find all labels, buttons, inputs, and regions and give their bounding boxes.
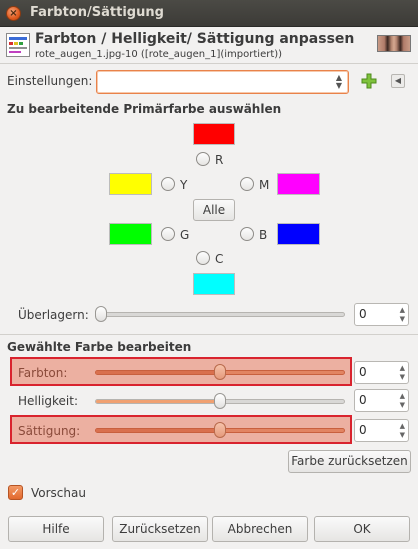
- radio-cyan[interactable]: [196, 251, 210, 265]
- dialog-title: Farbton / Helligkeit/ Sättigung anpassen: [35, 31, 355, 47]
- overlap-spinbox[interactable]: 0 ▲ ▼: [354, 303, 409, 326]
- reset-button[interactable]: Zurücksetzen: [112, 516, 208, 542]
- chevron-left-icon[interactable]: ◀: [391, 74, 405, 88]
- primary-section-title: Zu bearbeitende Primärfarbe auswählen: [7, 102, 282, 116]
- edit-section-title: Gewählte Farbe bearbeiten: [7, 340, 192, 354]
- hue-value: 0: [359, 365, 367, 379]
- all-button[interactable]: Alle: [193, 199, 235, 221]
- saturation-slider-fill: [96, 429, 220, 432]
- radio-yellow[interactable]: [161, 177, 175, 191]
- radio-magenta[interactable]: [240, 177, 254, 191]
- checkmark-icon: ✓: [10, 486, 21, 499]
- label-yellow: Y: [180, 178, 188, 192]
- lightness-label: Helligkeit:: [18, 394, 79, 408]
- close-icon: ×: [9, 8, 18, 19]
- blue-swatch[interactable]: [277, 223, 320, 245]
- red-swatch[interactable]: [193, 123, 235, 145]
- hue-slider-fill: [96, 371, 220, 374]
- spin-arrows-icon[interactable]: ▲ ▼: [400, 422, 405, 440]
- preview-label: Vorschau: [31, 486, 86, 500]
- plus-icon[interactable]: [361, 73, 377, 89]
- close-button[interactable]: ×: [6, 6, 21, 21]
- cyan-swatch[interactable]: [193, 273, 235, 295]
- lightness-spinbox[interactable]: 0 ▲ ▼: [354, 389, 409, 412]
- label-magenta: M: [259, 178, 270, 192]
- hue-saturation-icon: [6, 33, 30, 57]
- label-blue: B: [259, 228, 268, 242]
- hue-slider-handle[interactable]: [214, 364, 226, 380]
- overlap-value: 0: [359, 307, 367, 321]
- saturation-slider-handle[interactable]: [214, 422, 226, 438]
- spin-arrows-icon[interactable]: ▲ ▼: [400, 364, 405, 382]
- lightness-value: 0: [359, 393, 367, 407]
- saturation-spinbox[interactable]: 0 ▲ ▼: [354, 419, 409, 442]
- cancel-button[interactable]: Abbrechen: [212, 516, 308, 542]
- saturation-value: 0: [359, 423, 367, 437]
- spin-arrows-icon[interactable]: ▲ ▼: [400, 306, 405, 324]
- label-cyan: C: [215, 252, 224, 266]
- green-swatch[interactable]: [109, 223, 152, 245]
- help-button[interactable]: Hilfe: [8, 516, 104, 542]
- radio-red[interactable]: [196, 152, 210, 166]
- radio-blue[interactable]: [240, 227, 254, 241]
- image-subtitle: rote_augen_1.jpg-10 ([rote_augen_1](impo…: [35, 49, 283, 60]
- overlap-slider[interactable]: [95, 312, 345, 317]
- combo-arrows-icon: ▲ ▼: [335, 73, 342, 90]
- reset-color-button[interactable]: Farbe zurücksetzen: [288, 450, 411, 473]
- magenta-swatch[interactable]: [277, 173, 320, 195]
- yellow-swatch[interactable]: [109, 173, 152, 195]
- presets-label: Einstellungen:: [7, 74, 93, 88]
- image-thumbnail: [377, 35, 411, 52]
- ok-button[interactable]: OK: [314, 516, 410, 542]
- label-green: G: [180, 228, 190, 242]
- hue-spinbox[interactable]: 0 ▲ ▼: [354, 361, 409, 384]
- saturation-label: Sättigung:: [18, 424, 81, 438]
- window-title: Farbton/Sättigung: [30, 5, 164, 20]
- lightness-slider-handle[interactable]: [214, 393, 226, 409]
- hue-label: Farbton:: [18, 366, 68, 380]
- radio-green[interactable]: [161, 227, 175, 241]
- label-red: R: [215, 153, 224, 167]
- section-divider: [0, 334, 418, 335]
- preview-checkbox[interactable]: ✓: [8, 485, 23, 500]
- header-divider: [0, 63, 418, 64]
- overlap-slider-handle[interactable]: [95, 306, 107, 322]
- spin-arrows-icon[interactable]: ▲ ▼: [400, 392, 405, 410]
- lightness-slider-fill: [96, 400, 220, 403]
- overlap-label: Überlagern:: [18, 308, 89, 322]
- presets-combo[interactable]: ▲ ▼: [96, 70, 349, 94]
